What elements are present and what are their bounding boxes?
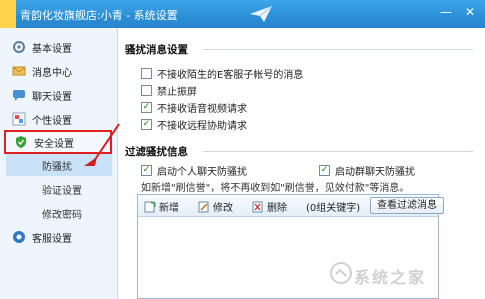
option-block-remote-assist[interactable]: ✓ 不接收远程协助请求 [141,117,247,132]
section-divider [203,49,473,50]
view-filtered-messages-button[interactable]: 查看过滤消息 [370,197,444,214]
sidebar-item-personal[interactable]: 个性设置 [4,108,112,130]
gear-icon [12,40,26,54]
option-disable-screen-shake[interactable]: 禁止振屏 [141,83,197,98]
minimize-button[interactable]: — [438,5,454,19]
checkbox-checked[interactable]: ✓ [319,165,330,176]
add-keyword-button[interactable]: 新增 [144,199,179,214]
sidebar-item-label: 安全设置 [34,138,74,150]
sidebar-subitem-anti-harass[interactable]: 防骚扰 [6,154,112,176]
option-label: 禁止振屏 [157,87,197,98]
palette-icon [12,112,26,126]
sidebar-subitem-change-password[interactable]: 修改密码 [6,202,112,224]
option-label: 不接收语音视频请求 [157,104,247,115]
option-label: 不接收陌生的E客服子帐号的消息 [157,70,304,81]
option-personal-chat-filter[interactable]: ✓ 启动个人聊天防骚扰 [141,163,247,178]
keyword-list: 新增 修改 删除 (0组关键字) 查看过滤消息 [137,194,444,299]
sidebar-subitem-label: 修改密码 [42,209,82,221]
button-label: 修改 [213,203,233,214]
sidebar-item-messages[interactable]: 消息中心 [4,60,112,82]
chat-icon [12,88,26,102]
option-label: 不接收远程协助请求 [157,121,247,132]
checkbox-checked[interactable]: ✓ [141,165,152,176]
option-block-stranger-sub-accounts[interactable]: 不接收陌生的E客服子帐号的消息 [141,66,303,81]
section-divider [203,151,473,152]
sidebar-item-customer-service[interactable]: 客服设置 [4,226,112,248]
sidebar-subitem-label: 验证设置 [42,185,82,197]
keyword-toolbar: 新增 修改 删除 (0组关键字) 查看过滤消息 [138,195,444,217]
sidebar-subitem-verification[interactable]: 验证设置 [6,178,112,200]
paper-plane-icon [250,5,273,22]
close-button[interactable]: ✕ [462,5,478,19]
headset-icon [12,230,26,244]
checkbox-checked[interactable]: ✓ [141,119,152,130]
shield-icon [14,135,28,149]
option-block-av-requests[interactable]: ✓ 不接收语音视频请求 [141,100,247,115]
checkbox[interactable] [141,68,152,79]
keyword-count: (0组关键字) [306,203,361,214]
delete-icon [252,201,264,213]
edit-icon [198,201,210,213]
checkbox-checked[interactable]: ✓ [141,102,152,113]
add-icon [144,201,156,213]
sidebar-item-security[interactable]: 安全设置 [4,130,112,154]
sidebar-item-label: 客服设置 [32,233,72,245]
option-group-chat-filter[interactable]: ✓ 启动群聊天防骚扰 [319,163,415,178]
sidebar: 基本设置 消息中心 聊天设置 个性设置 安全设置 防骚扰 验证设置 修改密码 客… [0,28,118,299]
sidebar-item-label: 基本设置 [32,43,72,55]
sidebar-subitem-label: 防骚扰 [42,161,72,173]
sidebar-item-chat[interactable]: 聊天设置 [4,84,112,106]
sidebar-item-basic[interactable]: 基本设置 [4,36,112,58]
option-label: 启动个人聊天防骚扰 [157,167,247,178]
filter-hint-text: 如新增"刷信誉"，将不再收到如"刷信誉，见效付款"等消息。 [141,183,410,194]
sidebar-item-label: 消息中心 [32,67,72,79]
edit-keyword-button[interactable]: 修改 [198,199,233,214]
button-label: 新增 [159,203,179,214]
settings-panel: 骚扰消息设置 不接收陌生的E客服子帐号的消息 禁止振屏 ✓ 不接收语音视频请求 … [119,28,485,299]
sidebar-item-label: 个性设置 [32,115,72,127]
title-bar: 青韵化妆旗舰店:小青 - 系统设置 — ✕ [0,0,485,28]
sidebar-item-label: 聊天设置 [32,91,72,103]
option-label: 启动群聊天防骚扰 [335,167,415,178]
section-title-harassment: 骚扰消息设置 [125,44,188,56]
section-title-filter: 过滤骚扰信息 [125,146,188,158]
button-label: 删除 [267,203,287,214]
envelope-icon [12,64,26,78]
window-title: 青韵化妆旗舰店:小青 - 系统设置 [20,9,178,22]
delete-keyword-button[interactable]: 删除 [252,199,287,214]
app-logo-icon [0,0,16,28]
checkbox[interactable] [141,85,152,96]
